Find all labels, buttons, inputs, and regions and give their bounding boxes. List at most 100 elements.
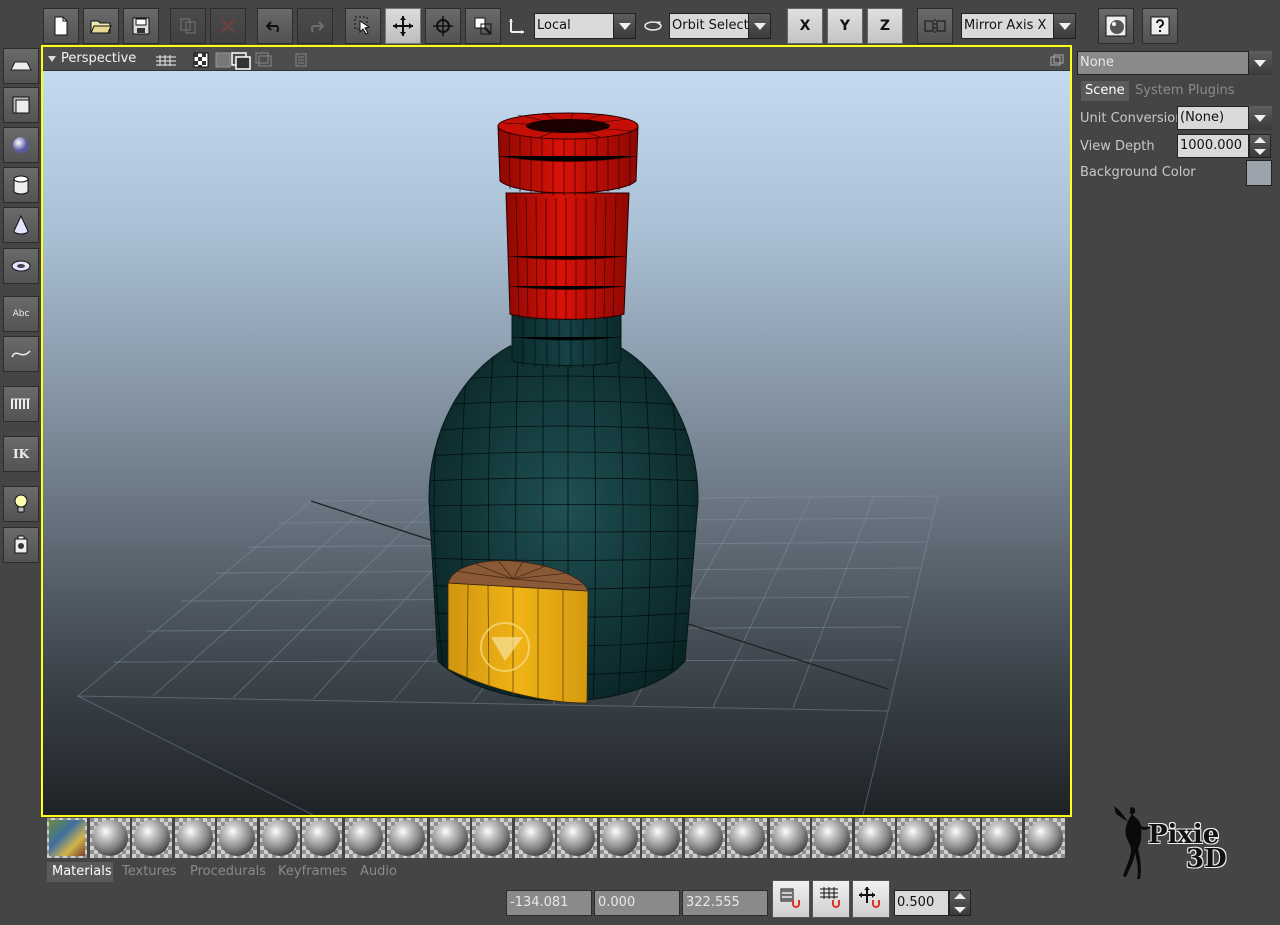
undo-button[interactable] xyxy=(257,8,293,44)
material-swatch[interactable] xyxy=(174,818,215,858)
material-swatch[interactable] xyxy=(939,818,980,858)
material-swatch[interactable] xyxy=(642,818,682,858)
coord-z-field[interactable]: 322.555 xyxy=(682,890,768,916)
material-swatch[interactable] xyxy=(89,818,130,858)
create-light-button[interactable] xyxy=(3,486,39,522)
material-swatch[interactable] xyxy=(557,818,597,858)
coord-y-value: 0.000 xyxy=(598,895,636,910)
background-color-swatch[interactable] xyxy=(1246,160,1272,186)
coord-y-field[interactable]: 0.000 xyxy=(594,890,680,916)
scale-tool-button[interactable] xyxy=(465,8,501,44)
help-button[interactable] xyxy=(1142,8,1178,44)
create-plane-button[interactable] xyxy=(3,48,39,84)
particles-button[interactable] xyxy=(3,386,39,422)
coordinate-space-select[interactable]: Local xyxy=(534,13,636,39)
object-select[interactable]: None xyxy=(1077,51,1272,75)
mirror-axis-select[interactable]: Mirror Axis X xyxy=(961,13,1076,39)
material-swatch[interactable] xyxy=(259,818,300,858)
wireframe-mode-icon[interactable] xyxy=(215,52,231,68)
create-sphere-button[interactable] xyxy=(3,127,39,163)
snap-object-icon xyxy=(780,888,800,908)
viewport-options-icon[interactable] xyxy=(295,53,307,67)
redo-button[interactable] xyxy=(297,8,333,44)
axis-x-button[interactable]: X xyxy=(787,8,823,44)
axis-y-button[interactable]: Y xyxy=(827,8,863,44)
material-swatch[interactable] xyxy=(1024,818,1065,858)
create-spline-button[interactable] xyxy=(3,336,39,372)
material-swatch[interactable] xyxy=(514,818,555,858)
material-swatch-texture[interactable] xyxy=(47,818,87,858)
material-preview-sphere-icon xyxy=(91,820,128,856)
coord-x-field[interactable]: -134.081 xyxy=(506,890,592,916)
camera-mode-select[interactable]: Orbit Selecte xyxy=(669,13,771,39)
view-depth-input[interactable]: 1000.000 xyxy=(1177,134,1249,158)
material-swatch[interactable] xyxy=(684,818,725,858)
material-swatch[interactable] xyxy=(727,818,767,858)
spline-icon xyxy=(11,350,31,358)
select-arrow-icon xyxy=(354,16,371,35)
grid-toggle-icon[interactable] xyxy=(155,54,177,66)
mirror-button[interactable] xyxy=(917,8,953,44)
tab-procedurals[interactable]: Procedurals xyxy=(190,864,266,879)
snap-object-button[interactable] xyxy=(772,880,810,918)
save-button[interactable] xyxy=(123,8,159,44)
cylinder-icon xyxy=(13,175,29,195)
create-text-button[interactable]: Abc xyxy=(3,296,39,332)
material-preview-sphere-icon xyxy=(899,820,935,856)
viewport-title[interactable]: Perspective xyxy=(61,51,136,66)
material-swatch[interactable] xyxy=(429,818,470,858)
ik-tool-button[interactable]: IK xyxy=(3,436,39,472)
snap-value-stepper[interactable] xyxy=(949,890,971,916)
tab-audio[interactable]: Audio xyxy=(360,864,397,879)
snap-move-button[interactable] xyxy=(852,880,890,918)
perspective-viewport[interactable]: Perspective xyxy=(41,45,1072,817)
material-swatch[interactable] xyxy=(217,818,257,858)
create-torus-button[interactable] xyxy=(3,248,39,284)
create-camera-button[interactable] xyxy=(3,527,39,563)
tab-keyframes[interactable]: Keyframes xyxy=(278,864,347,879)
maximize-viewport-icon[interactable] xyxy=(1050,54,1064,66)
camera-mode-value: Orbit Selecte xyxy=(672,18,757,33)
material-swatch[interactable] xyxy=(897,818,937,858)
material-swatch[interactable] xyxy=(302,818,342,858)
material-swatch[interactable] xyxy=(472,818,512,858)
single-view-icon[interactable] xyxy=(231,52,251,70)
material-swatch[interactable] xyxy=(599,818,640,858)
snap-value-input[interactable]: 0.500 xyxy=(894,890,949,916)
quad-view-icon[interactable] xyxy=(255,52,273,68)
material-preview-sphere-icon xyxy=(686,820,723,856)
tab-materials-label: Materials xyxy=(52,864,112,879)
material-swatch[interactable] xyxy=(344,818,385,858)
render-button[interactable] xyxy=(1098,8,1134,44)
tab-plugins[interactable]: Plugins xyxy=(1188,83,1235,98)
create-cube-button[interactable] xyxy=(3,87,39,123)
create-cone-button[interactable] xyxy=(3,207,39,243)
material-swatch[interactable] xyxy=(132,818,172,858)
move-tool-button[interactable] xyxy=(385,8,421,44)
delete-button[interactable] xyxy=(210,8,246,44)
material-swatch[interactable] xyxy=(387,818,427,858)
material-swatch[interactable] xyxy=(769,818,810,858)
material-swatch[interactable] xyxy=(812,818,852,858)
tab-materials[interactable]: Materials xyxy=(47,862,113,882)
3d-scene[interactable] xyxy=(43,71,1070,815)
move-arrows-icon xyxy=(393,16,413,36)
tab-system[interactable]: System xyxy=(1135,83,1183,98)
viewport-menu-icon[interactable] xyxy=(47,55,57,63)
rotate-tool-button[interactable] xyxy=(425,8,461,44)
unit-conversion-select[interactable]: (None) xyxy=(1177,106,1272,130)
snap-grid-button[interactable] xyxy=(812,880,850,918)
axis-z-button[interactable]: Z xyxy=(867,8,903,44)
view-depth-stepper[interactable] xyxy=(1249,134,1271,158)
chevron-down-icon xyxy=(1053,14,1075,38)
create-cylinder-button[interactable] xyxy=(3,167,39,203)
copy-button[interactable] xyxy=(170,8,206,44)
tab-scene[interactable]: Scene xyxy=(1081,81,1129,101)
new-file-button[interactable] xyxy=(43,8,79,44)
material-swatch[interactable] xyxy=(982,818,1022,858)
select-tool-button[interactable] xyxy=(345,8,381,44)
open-file-button[interactable] xyxy=(83,8,119,44)
tab-textures[interactable]: Textures xyxy=(122,864,176,879)
shading-mode-icon[interactable] xyxy=(193,52,209,68)
material-swatch[interactable] xyxy=(854,818,895,858)
